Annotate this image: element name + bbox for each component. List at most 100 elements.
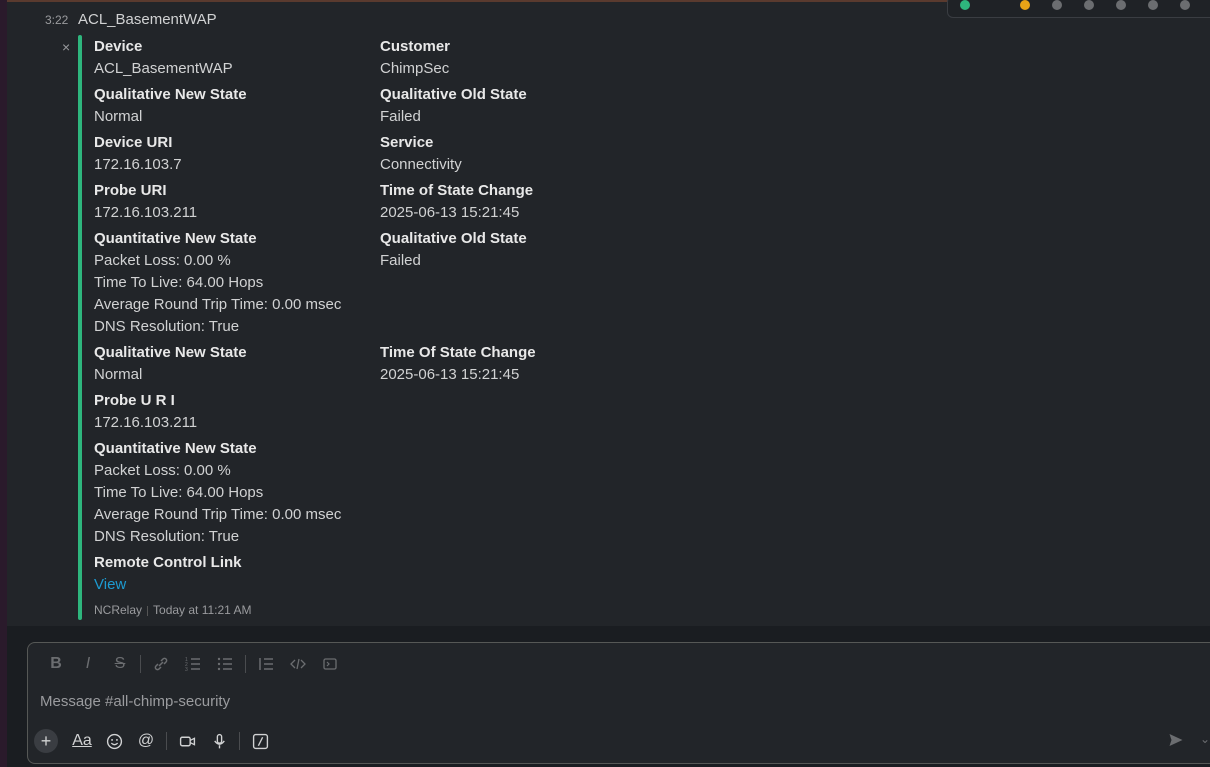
field-label: Quantitative New State: [94, 440, 257, 457]
attachment-field: Customer ChimpSec: [380, 36, 666, 80]
formatting-toolbar: B I S 123: [40, 653, 346, 675]
field-label: Service: [380, 134, 434, 151]
mention-icon[interactable]: @: [130, 732, 162, 750]
field-value: 172.16.103.211: [94, 414, 198, 431]
message-timestamp[interactable]: 3:22: [45, 13, 68, 27]
remote-control-view-link[interactable]: View: [94, 574, 380, 596]
field-label: Qualitative New State: [94, 344, 247, 361]
attachment-field: Quantitative New State Packet Loss: 0.00 …: [94, 228, 380, 338]
field-label: Qualitative Old State: [380, 86, 527, 103]
field-label: Device: [94, 38, 143, 55]
italic-icon[interactable]: I: [72, 655, 104, 673]
attachment-field: Service Connectivity: [380, 132, 666, 176]
attachment-field: Device ACL_BasementWAP: [94, 36, 380, 80]
svg-text:3: 3: [185, 667, 188, 672]
slash-command-icon[interactable]: [244, 733, 276, 750]
field-value: Time To Live: 64.00 Hops: [94, 484, 264, 501]
field-value: Normal: [94, 108, 143, 125]
sidebar-edge: [0, 0, 7, 767]
composer-actions: + Aa @: [34, 729, 276, 753]
field-row: Remote Control Link View: [94, 552, 794, 596]
message-hover-toolbar[interactable]: [947, 0, 1210, 18]
attachment-field: Time Of State Change 2025-06-13 15:21:45: [380, 342, 666, 386]
field-row: Probe U R I 172.16.103.211: [94, 390, 794, 434]
field-row: Probe URI 172.16.103.211 Time of State Cha…: [94, 180, 794, 224]
field-value: 2025-06-13 15:21:45: [380, 204, 520, 221]
attachment-field: Time of State Change 2025-06-13 15:21:45: [380, 180, 666, 224]
footer-app-name: NCRelay: [94, 603, 143, 617]
attachment-accent-bar: [78, 35, 82, 620]
field-value: 2025-06-13 15:21:45: [380, 366, 520, 383]
attachment-field: Qualitative New State Normal: [94, 84, 380, 128]
plus-icon[interactable]: +: [34, 729, 58, 753]
code-icon[interactable]: [282, 656, 314, 672]
field-label: Probe URI: [94, 182, 167, 199]
field-value: Connectivity: [380, 156, 462, 173]
field-row: Device URI 172.16.103.7 Service Connectivit…: [94, 132, 794, 176]
attachment-field: Qualitative Old State Failed: [380, 84, 666, 128]
attachment-field: Probe U R I 172.16.103.211: [94, 390, 380, 434]
send-icon[interactable]: [1168, 732, 1184, 748]
field-label: Qualitative Old State: [380, 230, 527, 247]
emoji-icon[interactable]: [98, 733, 130, 750]
message-input[interactable]: Message #all-chimp-security: [40, 693, 230, 710]
field-value: Failed: [380, 252, 421, 269]
field-label: Device URI: [94, 134, 173, 151]
field-value: Failed: [380, 108, 421, 125]
field-value: 172.16.103.211: [94, 204, 198, 221]
field-label: Qualitative New State: [94, 86, 247, 103]
blockquote-icon[interactable]: [250, 656, 282, 672]
field-label: Remote Control Link: [94, 554, 242, 571]
attachment-field: Quantitative New State Packet Loss: 0.00 …: [94, 438, 380, 548]
field-label: Customer: [380, 38, 451, 55]
reaction-icon[interactable]: [1052, 0, 1062, 10]
field-row: Device ACL_BasementWAP Customer ChimpSec: [94, 36, 794, 80]
message-composer[interactable]: B I S 123 Message #all-chimp-security + …: [27, 642, 1210, 764]
attachment-field: Device URI 172.16.103.7: [94, 132, 380, 176]
field-value: DNS Resolution: True: [94, 318, 240, 335]
more-actions-icon[interactable]: [1180, 0, 1190, 10]
field-row: Quantitative New State Packet Loss: 0.00 …: [94, 228, 794, 338]
microphone-icon[interactable]: [203, 733, 235, 750]
reply-icon[interactable]: [1084, 0, 1094, 10]
attachment-field: Remote Control Link View: [94, 552, 380, 596]
bold-icon[interactable]: B: [40, 655, 72, 673]
message-title: ACL_BasementWAP: [78, 11, 217, 28]
field-value: Packet Loss: 0.00 %: [94, 462, 231, 479]
field-row: Qualitative New State Normal Qualitative O…: [94, 84, 794, 128]
field-label: Quantitative New State: [94, 230, 257, 247]
footer-time[interactable]: Today at 11:21 AM: [153, 603, 252, 617]
forward-icon[interactable]: [1116, 0, 1126, 10]
field-value: Average Round Trip Time: 0.00 msec: [94, 506, 342, 523]
bulleted-list-icon[interactable]: [209, 656, 241, 672]
reaction-check-icon[interactable]: [960, 0, 970, 10]
field-label: Time of State Change: [380, 182, 534, 199]
field-row: Qualitative New State Normal Time Of State…: [94, 342, 794, 386]
ordered-list-icon[interactable]: 123: [177, 656, 209, 672]
code-block-icon[interactable]: [314, 656, 346, 672]
attachment-footer: NCRelay Today at 11:21 AM: [94, 603, 252, 617]
message-area: 3:22 ACL_BasementWAP × Device ACL_Basemen…: [7, 0, 1210, 626]
field-value: Time To Live: 64.00 Hops: [94, 274, 264, 291]
field-value: Average Round Trip Time: 0.00 msec: [94, 296, 342, 313]
strikethrough-icon[interactable]: S: [104, 655, 136, 673]
formatting-icon[interactable]: Aa: [66, 732, 98, 750]
link-icon[interactable]: [145, 656, 177, 672]
video-icon[interactable]: [171, 733, 203, 750]
field-value: ChimpSec: [380, 60, 450, 77]
chevron-down-icon[interactable]: ⌄: [1200, 732, 1210, 746]
field-row: Quantitative New State Packet Loss: 0.00 …: [94, 438, 794, 548]
field-value: DNS Resolution: True: [94, 528, 240, 545]
reaction-clap-icon[interactable]: [1020, 0, 1030, 10]
field-value: ACL_BasementWAP: [94, 60, 233, 77]
attachment-field: Probe URI 172.16.103.211: [94, 180, 380, 224]
field-label: Time Of State Change: [380, 344, 536, 361]
field-value: Normal: [94, 366, 143, 383]
close-attachment-icon[interactable]: ×: [62, 39, 70, 55]
field-value: 172.16.103.7: [94, 156, 182, 173]
attachment-fields: Device ACL_BasementWAP Customer ChimpSec Qua…: [94, 36, 794, 600]
field-value: Packet Loss: 0.00 %: [94, 252, 231, 269]
attachment-field: Qualitative New State Normal: [94, 342, 380, 386]
bookmark-icon[interactable]: [1148, 0, 1158, 10]
attachment-field: Qualitative Old State Failed: [380, 228, 666, 338]
